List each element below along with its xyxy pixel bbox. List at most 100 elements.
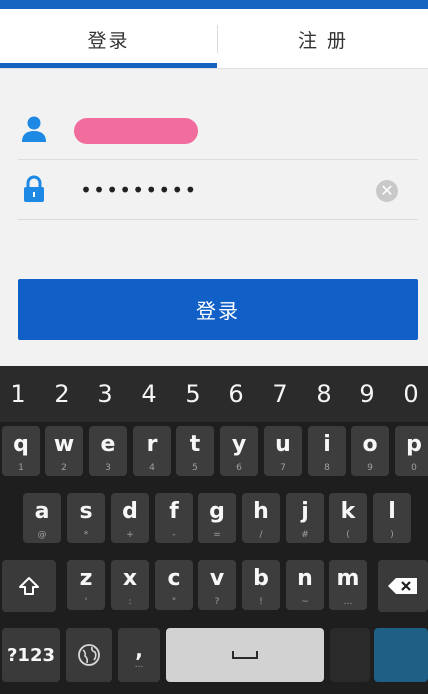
key-z[interactable]: z '	[67, 560, 105, 610]
active-tab-indicator	[0, 63, 217, 68]
globe-icon	[78, 644, 100, 666]
backspace-key[interactable]	[378, 560, 428, 612]
key-alt-label: …	[343, 597, 353, 607]
key-alt-label: /	[259, 530, 263, 540]
tab-register[interactable]: 注 册	[218, 9, 428, 69]
key-d[interactable]: d +	[111, 493, 149, 543]
key-label: f	[169, 499, 179, 524]
period-key[interactable]	[330, 628, 370, 682]
key-label: b	[253, 566, 269, 591]
key-f[interactable]: f-	[155, 493, 193, 543]
backspace-icon	[388, 578, 417, 594]
lock-icon	[24, 175, 44, 202]
key-w[interactable]: w2	[45, 426, 83, 476]
key-label: ,	[135, 638, 143, 662]
comma-key[interactable]: , ...	[118, 628, 160, 682]
key-label: z	[79, 566, 93, 591]
key-alt-label: -	[172, 530, 176, 540]
key-label: v	[209, 566, 225, 591]
key-b[interactable]: b!	[242, 560, 280, 610]
key-6[interactable]: 6	[214, 366, 258, 422]
key-h[interactable]: h /	[242, 493, 280, 543]
key-alt-label: ~	[301, 597, 309, 607]
key-alt-label: 0	[411, 463, 417, 473]
key-o[interactable]: o9	[351, 426, 389, 476]
key-alt-label: #	[301, 530, 309, 540]
key-5[interactable]: 5	[171, 366, 215, 422]
key-x[interactable]: x:	[111, 560, 149, 610]
key-e[interactable]: e3	[89, 426, 127, 476]
key-i[interactable]: i8	[308, 426, 346, 476]
password-field[interactable]: ••••••••• ✕	[18, 160, 418, 220]
login-button[interactable]: 登录	[18, 279, 418, 340]
key-4[interactable]: 4	[127, 366, 171, 422]
key-label: t	[189, 432, 201, 457]
key-y[interactable]: y6	[220, 426, 258, 476]
tab-login[interactable]: 登录	[0, 9, 217, 69]
key-label: w	[53, 432, 75, 457]
key-alt-label: 7	[280, 463, 286, 473]
language-key[interactable]	[66, 628, 112, 682]
key-p[interactable]: p0	[395, 426, 428, 476]
key-2[interactable]: 2	[40, 366, 84, 422]
key-a[interactable]: a @	[23, 493, 61, 543]
key-label: x	[122, 566, 138, 591]
key-label: r	[146, 432, 158, 457]
key-8[interactable]: 8	[302, 366, 346, 422]
shift-key[interactable]	[2, 560, 56, 612]
key-label: h	[253, 499, 269, 524]
key-j[interactable]: j #	[286, 493, 324, 543]
enter-key[interactable]	[374, 628, 428, 682]
key-alt-label: "	[171, 597, 177, 607]
key-v[interactable]: v?	[198, 560, 236, 610]
key-alt-label: *	[83, 530, 89, 540]
key-s[interactable]: s *	[67, 493, 105, 543]
key-t[interactable]: t5	[176, 426, 214, 476]
key-label: s	[79, 499, 93, 524]
key-label: p	[406, 432, 422, 457]
key-7[interactable]: 7	[258, 366, 302, 422]
key-alt-label: @	[37, 530, 47, 540]
key-alt-label: 5	[192, 463, 198, 473]
key-alt-label: '	[84, 597, 88, 607]
space-key[interactable]	[166, 628, 324, 682]
key-n[interactable]: n ~	[286, 560, 324, 610]
key-q[interactable]: q1	[2, 426, 40, 476]
key-0[interactable]: 0	[389, 366, 428, 422]
key-1[interactable]: 1	[0, 366, 40, 422]
key-label: n	[297, 566, 313, 591]
key-u[interactable]: u7	[264, 426, 302, 476]
key-k[interactable]: k(	[329, 493, 367, 543]
key-9[interactable]: 9	[345, 366, 389, 422]
key-label: k	[340, 499, 356, 524]
key-label: y	[231, 432, 247, 457]
key-3[interactable]: 3	[83, 366, 127, 422]
key-r[interactable]: r4	[133, 426, 171, 476]
space-bar-icon	[232, 651, 258, 659]
key-label: d	[122, 499, 138, 524]
key-alt-label: (	[346, 530, 350, 540]
clear-password-button[interactable]: ✕	[376, 180, 398, 202]
soft-keyboard: 1 2 3 4 5 6 7 8 9 0 q1 w2 e3 r4 t5 y6 u7…	[0, 366, 428, 694]
key-alt-label: ...	[134, 660, 144, 670]
shift-arrow-icon	[19, 577, 39, 595]
username-field[interactable]	[18, 100, 418, 160]
user-icon	[22, 116, 46, 142]
key-alt-label: 1	[18, 463, 24, 473]
key-m[interactable]: m…	[329, 560, 367, 610]
key-c[interactable]: c "	[155, 560, 193, 610]
symbols-key[interactable]: ?123	[2, 628, 60, 682]
key-alt-label: 9	[367, 463, 373, 473]
key-alt-label: :	[128, 597, 132, 607]
key-label: u	[275, 432, 291, 457]
key-alt-label: 3	[105, 463, 111, 473]
key-alt-label: +	[126, 530, 134, 540]
key-alt-label: 2	[61, 463, 67, 473]
key-label: a	[34, 499, 50, 524]
key-label: m	[336, 566, 360, 591]
key-g[interactable]: g =	[198, 493, 236, 543]
key-label: j	[301, 499, 309, 524]
tab-bar: 登录 注 册	[0, 9, 428, 69]
key-l[interactable]: l)	[373, 493, 411, 543]
key-alt-label: =	[213, 530, 221, 540]
